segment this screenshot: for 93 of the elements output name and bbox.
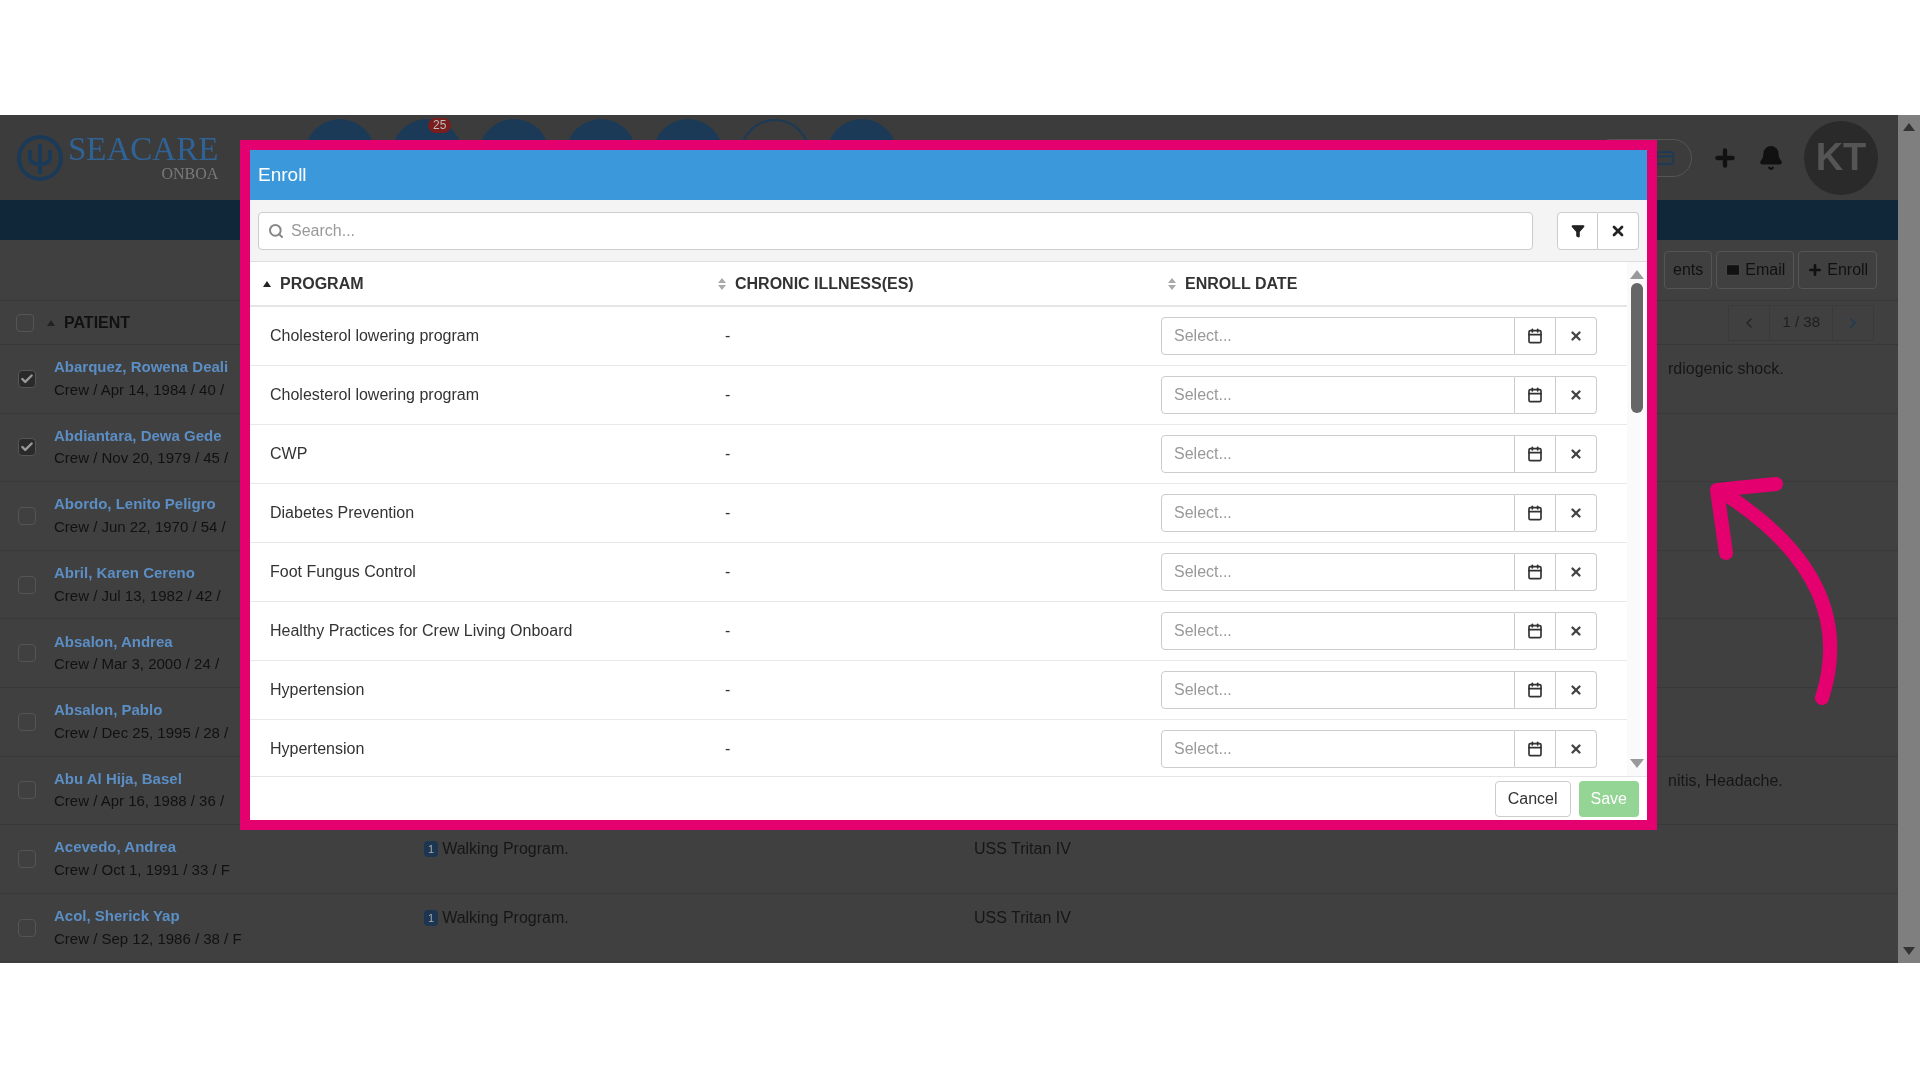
clear-date-button[interactable]	[1556, 671, 1597, 709]
illness-cell-text: -	[724, 444, 732, 464]
clear-date-button[interactable]	[1556, 612, 1597, 650]
close-icon	[1569, 624, 1583, 638]
patient-name[interactable]: Abordo, Lenito Peligro	[54, 493, 216, 516]
calendar-icon	[1527, 623, 1543, 639]
logo-subtitle: ONBOA	[161, 166, 219, 182]
close-icon	[1569, 506, 1583, 520]
dialog-scrollbar[interactable]	[1627, 262, 1647, 776]
envelope-icon	[1725, 262, 1742, 278]
illness-cell-text: -	[724, 326, 732, 346]
dialog-title: Enroll	[258, 162, 307, 187]
patient-name[interactable]: Acol, Sherick Yap	[54, 905, 180, 928]
clear-date-button[interactable]	[1556, 317, 1597, 355]
close-icon	[1569, 565, 1583, 579]
clear-button[interactable]	[1598, 211, 1639, 250]
date-field[interactable]: Select...	[1161, 553, 1515, 591]
calendar-button[interactable]	[1515, 435, 1556, 473]
date-field[interactable]: Select...	[1161, 671, 1515, 709]
illness-cell-text: -	[724, 680, 732, 700]
cancel-button[interactable]: Cancel	[1494, 780, 1571, 817]
notification-badge: 25	[428, 118, 452, 133]
program-name: Cholesterol lowering program	[269, 326, 480, 346]
count-badge: 1	[424, 909, 439, 926]
row-checkbox[interactable]	[18, 369, 36, 388]
program-name: Cholesterol lowering program	[269, 385, 480, 405]
patient-name[interactable]: Abu Al Hija, Basel	[54, 767, 182, 791]
search-field[interactable]: Search...	[258, 211, 1533, 250]
filter-button[interactable]	[1557, 211, 1598, 250]
scroll-up-icon[interactable]	[1903, 123, 1915, 131]
program-name: Foot Fungus Control	[269, 562, 417, 582]
date-field[interactable]: Select...	[1161, 376, 1515, 414]
logo-text: SEACARE	[68, 133, 219, 166]
clear-date-button[interactable]	[1556, 494, 1597, 532]
program-name: Hypertension	[269, 739, 366, 759]
illness-cell-text: -	[724, 739, 732, 759]
patient-name[interactable]: Abril, Karen Cereno	[54, 562, 195, 585]
patient-name[interactable]: Abarquez, Rowena Deali	[54, 356, 229, 379]
calendar-icon	[1527, 505, 1543, 521]
clear-date-button[interactable]	[1556, 435, 1597, 473]
scroll-down-icon[interactable]	[1630, 759, 1644, 768]
program-name: Hypertension	[269, 680, 366, 700]
program-name: CWP	[269, 444, 309, 464]
illness-cell-text: -	[724, 562, 732, 582]
calendar-button[interactable]	[1515, 317, 1556, 355]
calendar-icon	[1527, 387, 1543, 403]
clear-date-button[interactable]	[1556, 730, 1597, 768]
plus-icon	[1807, 262, 1824, 278]
close-icon	[1569, 329, 1583, 343]
page-scrollbar[interactable]	[1898, 115, 1920, 963]
calendar-icon	[1527, 682, 1543, 698]
illness-cell-text: -	[724, 385, 732, 405]
date-field[interactable]: Select...	[1161, 435, 1515, 473]
scroll-down-icon[interactable]	[1903, 947, 1915, 955]
patient-name[interactable]: Abdiantara, Dewa Gede	[54, 424, 222, 448]
close-icon	[1569, 447, 1583, 461]
calendar-button[interactable]	[1515, 494, 1556, 532]
illness-cell-text: -	[724, 503, 732, 523]
calendar-icon	[1527, 564, 1543, 580]
calendar-icon	[1527, 328, 1543, 344]
column-header[interactable]: CHRONIC ILLNESS(ES)	[735, 271, 914, 296]
calendar-button[interactable]	[1515, 730, 1556, 768]
close-icon	[1569, 742, 1583, 756]
filter-icon	[1570, 223, 1585, 238]
date-field[interactable]: Select...	[1161, 317, 1515, 355]
search-icon	[268, 222, 284, 239]
calendar-icon	[1527, 446, 1543, 462]
count-badge: 1	[424, 840, 439, 858]
close-icon	[1569, 388, 1583, 402]
clear-date-button[interactable]	[1556, 376, 1597, 414]
column-header[interactable]: ENROLL DATE	[1185, 271, 1298, 296]
date-field[interactable]: Select...	[1161, 612, 1515, 650]
calendar-button[interactable]	[1515, 612, 1556, 650]
illness-cell-text: -	[724, 621, 732, 641]
program-name: Diabetes Prevention	[269, 503, 416, 523]
calendar-button[interactable]	[1515, 553, 1556, 591]
scrollbar-thumb[interactable]	[1631, 283, 1643, 413]
date-field[interactable]: Select...	[1161, 494, 1515, 532]
program-name: Healthy Practices for Crew Living Onboard	[269, 621, 574, 641]
patient-name[interactable]: Acevedo, Andrea	[54, 836, 176, 859]
clear-date-button[interactable]	[1556, 553, 1597, 591]
column-header[interactable]: PROGRAM	[280, 271, 364, 296]
patient-name[interactable]: Absalon, Andrea	[54, 630, 173, 654]
date-field[interactable]: Select...	[1161, 730, 1515, 768]
calendar-icon	[1527, 741, 1543, 757]
calendar-button[interactable]	[1515, 671, 1556, 709]
calendar-button[interactable]	[1515, 376, 1556, 414]
patient-name[interactable]: Absalon, Pablo	[54, 699, 163, 722]
close-icon	[1569, 683, 1583, 697]
sort-ascending-icon	[46, 318, 56, 327]
row-checkbox[interactable]	[18, 438, 36, 457]
trident-logo-icon	[16, 133, 64, 182]
scroll-up-icon[interactable]	[1630, 270, 1644, 279]
